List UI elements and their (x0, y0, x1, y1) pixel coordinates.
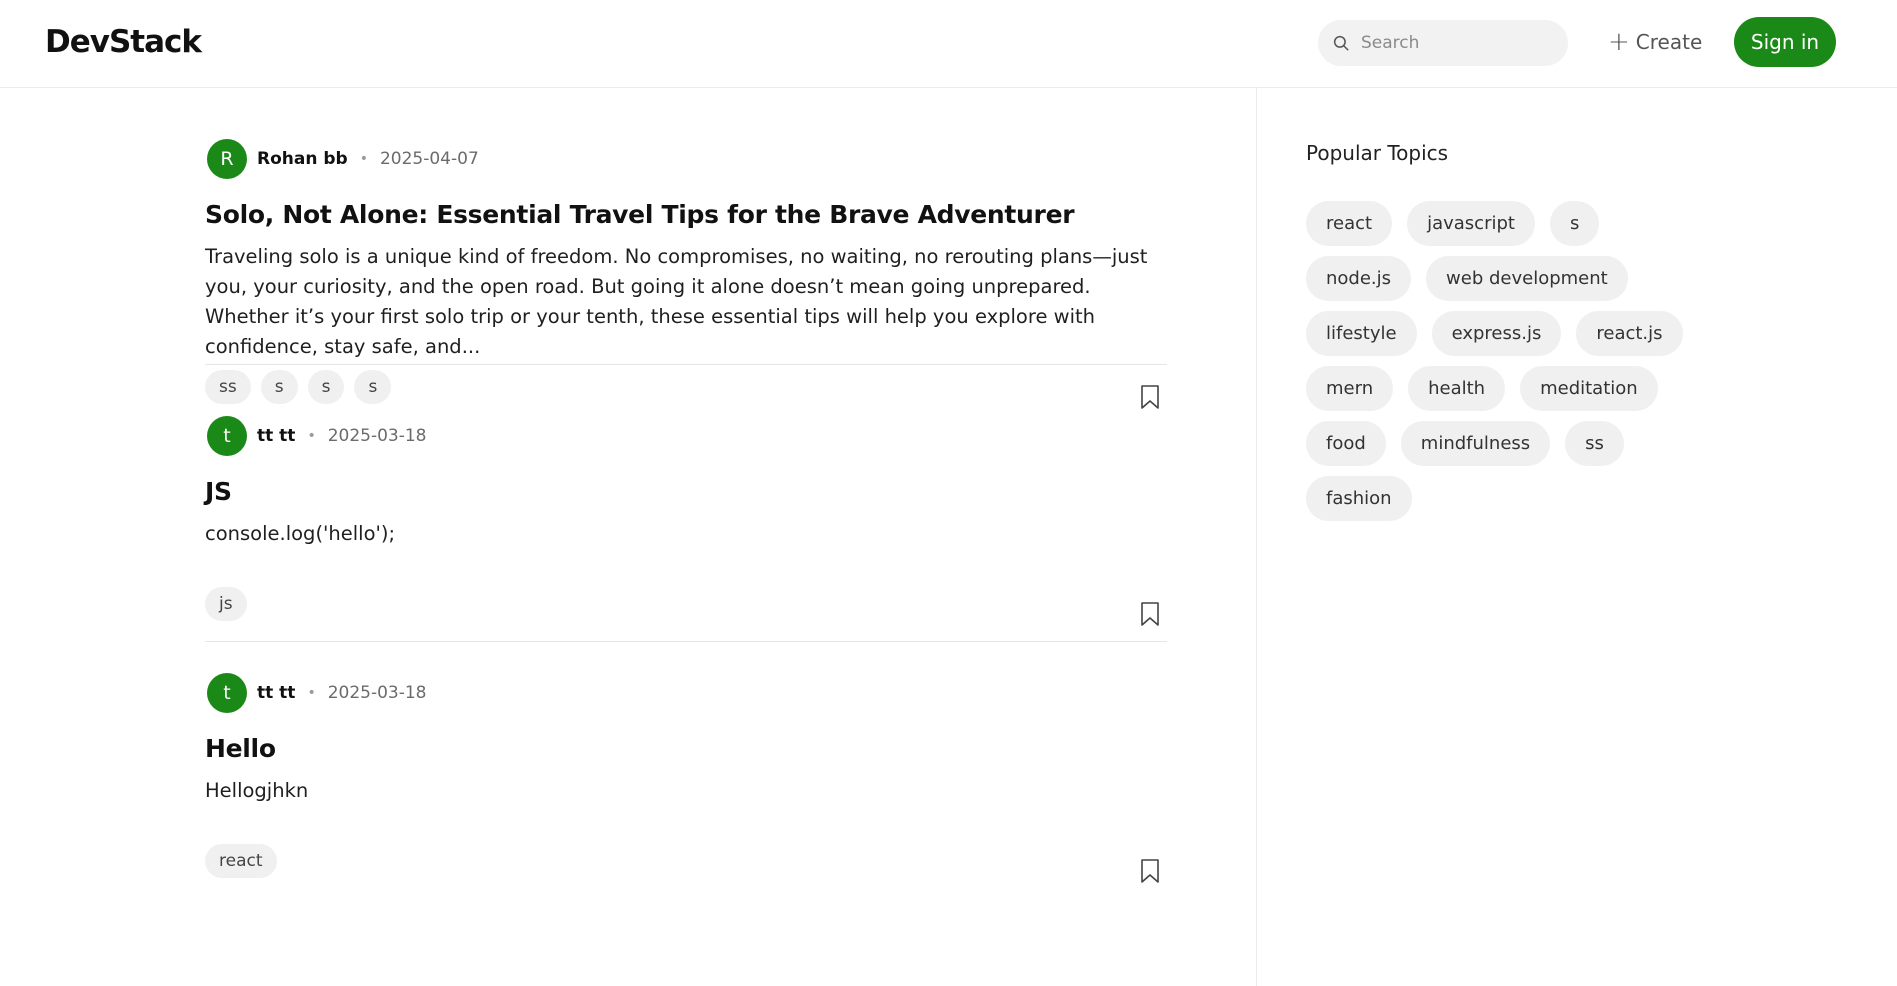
publish-date: 2025-03-18 (327, 683, 427, 703)
separator-dot: • (359, 151, 368, 167)
article-meta: t tt tt • 2025-03-18 (207, 673, 427, 713)
topic-chip[interactable]: ss (1565, 421, 1624, 466)
article-title[interactable]: JS (205, 475, 232, 509)
article-card[interactable]: t tt tt • 2025-03-18 JS console.log('hel… (205, 365, 1167, 642)
tag-chip[interactable]: js (205, 587, 247, 621)
tag-chip[interactable]: react (205, 844, 277, 878)
article-title[interactable]: Solo, Not Alone: Essential Travel Tips f… (205, 198, 1075, 232)
topic-chip[interactable]: express.js (1431, 311, 1562, 356)
topic-chip[interactable]: health (1408, 366, 1506, 411)
topic-chip[interactable]: meditation (1520, 366, 1658, 411)
search-icon (1333, 35, 1349, 51)
topic-chip[interactable]: lifestyle (1306, 311, 1417, 356)
bookmark-icon[interactable] (1139, 601, 1161, 627)
article-meta: t tt tt • 2025-03-18 (207, 416, 427, 456)
topic-chip[interactable]: s (1549, 201, 1600, 246)
avatar[interactable]: t (207, 416, 247, 456)
topic-chip[interactable]: react (1306, 201, 1393, 246)
create-label: Create (1635, 30, 1703, 54)
avatar[interactable]: R (207, 139, 247, 179)
search-bar[interactable] (1318, 20, 1568, 66)
topic-chip[interactable]: fashion (1306, 476, 1412, 521)
article-excerpt[interactable]: Traveling solo is a unique kind of freed… (205, 242, 1165, 362)
topic-chip[interactable]: react.js (1576, 311, 1683, 356)
top-navbar: DevStack + Create Sign in (0, 0, 1897, 88)
publish-date: 2025-03-18 (327, 426, 427, 446)
topic-chip[interactable]: node.js (1306, 256, 1412, 301)
article-tags: js (205, 587, 247, 621)
article-excerpt[interactable]: console.log('hello'); (205, 519, 1165, 549)
article-title[interactable]: Hello (205, 732, 276, 766)
separator-dot: • (307, 685, 316, 701)
column-divider (1256, 88, 1257, 986)
topic-chip[interactable]: food (1306, 421, 1386, 466)
topic-chip[interactable]: web development (1426, 256, 1628, 301)
topic-chip[interactable]: mindfulness (1400, 421, 1551, 466)
author-name[interactable]: Rohan bb (257, 149, 348, 169)
brand-logo[interactable]: DevStack (45, 22, 202, 62)
popular-topics-heading: Popular Topics (1306, 141, 1449, 165)
topic-list: react javascript s node.js web developme… (1306, 201, 1706, 521)
article-tags: react (205, 844, 277, 878)
topic-chip[interactable]: javascript (1407, 201, 1535, 246)
article-meta: R Rohan bb • 2025-04-07 (207, 139, 479, 179)
bookmark-icon[interactable] (1139, 858, 1161, 884)
publish-date: 2025-04-07 (379, 149, 479, 169)
article-card[interactable]: R Rohan bb • 2025-04-07 Solo, Not Alone:… (205, 88, 1167, 409)
plus-icon: + (1608, 27, 1630, 57)
article-card[interactable]: t tt tt • 2025-03-18 Hello Hellogjhkn re… (205, 642, 1167, 919)
article-excerpt[interactable]: Hellogjhkn (205, 776, 1165, 806)
topic-chip[interactable]: mern (1306, 366, 1394, 411)
avatar[interactable]: t (207, 673, 247, 713)
create-button[interactable]: + Create (1608, 24, 1702, 60)
author-name[interactable]: tt tt (257, 426, 295, 446)
author-name[interactable]: tt tt (257, 683, 295, 703)
sign-in-button[interactable]: Sign in (1734, 17, 1836, 67)
separator-dot: • (307, 428, 316, 444)
search-input[interactable] (1359, 32, 1559, 54)
sidebar: Popular Topics react javascript s node.j… (1306, 138, 1706, 521)
article-feed: R Rohan bb • 2025-04-07 Solo, Not Alone:… (205, 88, 1167, 919)
